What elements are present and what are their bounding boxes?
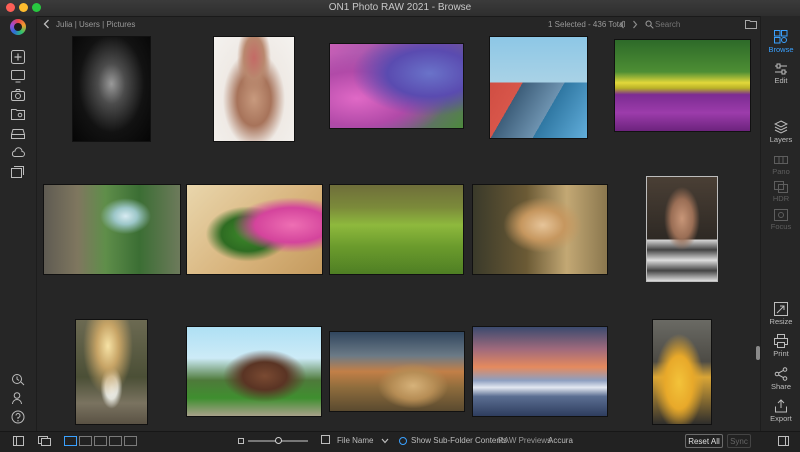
monitor-icon[interactable] — [11, 69, 25, 83]
filmstrip-view-icon[interactable] — [94, 436, 107, 446]
action-label: Print — [773, 349, 789, 358]
detail-view-icon[interactable] — [79, 436, 92, 446]
sliders-icon — [775, 63, 787, 75]
photo-thumbnail[interactable] — [187, 327, 321, 416]
action-print[interactable]: Print — [761, 334, 800, 358]
action-resize[interactable]: Resize — [761, 302, 800, 326]
hdr-icon — [774, 181, 788, 193]
sync-button[interactable]: Sync — [727, 434, 751, 448]
selection-status: 1 Selected - 436 Total — [548, 20, 626, 29]
photo-thumbnail[interactable] — [214, 37, 294, 141]
large-thumbnail-icon — [321, 435, 330, 446]
export-icon — [775, 399, 787, 413]
bottom-toolbar: File Name Show Sub-Folder Contents RAW P… — [0, 431, 800, 452]
photo-thumbnail[interactable] — [615, 40, 750, 131]
photo-thumbnail[interactable] — [473, 185, 607, 274]
recent-icon[interactable] — [11, 372, 25, 386]
breadcrumb-separator: | — [74, 20, 77, 29]
module-focus[interactable]: Focus — [761, 209, 800, 231]
camera-icon[interactable] — [11, 88, 25, 102]
module-edit[interactable]: Edit — [761, 63, 800, 85]
toggle-right-panel-icon[interactable] — [778, 436, 789, 448]
breadcrumb-item-users[interactable]: Users — [79, 20, 100, 29]
photo-thumbnail[interactable] — [473, 327, 607, 416]
next-chevron-icon[interactable] — [632, 20, 638, 31]
action-label: Export — [770, 414, 792, 423]
map-view-icon[interactable] — [124, 436, 137, 446]
breadcrumb-separator: | — [102, 20, 105, 29]
compare-view-icon[interactable] — [109, 436, 122, 446]
module-label: Browse — [768, 45, 794, 54]
help-icon[interactable] — [11, 410, 25, 424]
folder-search-icon[interactable] — [11, 107, 25, 121]
chevron-down-icon[interactable] — [381, 437, 389, 446]
thumbnail-size-slider[interactable] — [248, 437, 308, 444]
share-icon — [774, 367, 788, 381]
cloud-icon[interactable] — [11, 145, 25, 159]
search-icon — [645, 20, 654, 31]
action-label: Resize — [769, 317, 793, 326]
toggle-left-panel-icon[interactable] — [13, 436, 24, 448]
action-share[interactable]: Share — [761, 367, 800, 391]
path-bar: Julia | Users | Pictures 1 Selected - 43… — [36, 17, 760, 33]
layers-icon — [774, 120, 788, 134]
grid-view-icon[interactable] — [64, 436, 77, 446]
accuracy-label[interactable]: Accura — [548, 436, 573, 445]
photo-thumbnail[interactable] — [330, 185, 463, 274]
add-icon[interactable] — [11, 50, 25, 64]
module-label: HDR — [772, 194, 790, 203]
show-subfolders-label: Show Sub-Folder Contents — [411, 436, 508, 445]
raw-previews-label[interactable]: RAW Previews — [498, 436, 551, 445]
left-sidebar — [0, 16, 37, 435]
people-icon[interactable] — [11, 391, 25, 405]
module-hdr[interactable]: HDR — [761, 181, 800, 203]
thumbnail-size-knob[interactable] — [275, 437, 282, 444]
title-bar: ON1 Photo RAW 2021 - Browse — [0, 0, 800, 17]
focus-icon — [774, 209, 788, 221]
folder-icon[interactable] — [745, 19, 757, 31]
photo-thumbnail[interactable] — [647, 177, 717, 281]
photo-thumbnail[interactable] — [653, 320, 711, 424]
search-input[interactable] — [655, 18, 721, 30]
resize-icon — [774, 302, 788, 316]
small-thumbnail-icon — [238, 437, 244, 446]
browse-icon — [774, 30, 788, 44]
photo-thumbnail[interactable] — [490, 37, 587, 138]
filmstrip-icon[interactable] — [38, 436, 52, 448]
app-logo-icon[interactable] — [10, 19, 26, 35]
module-layers[interactable]: Layers — [761, 120, 800, 144]
back-chevron-icon[interactable] — [43, 19, 50, 31]
sort-field[interactable]: File Name — [337, 436, 373, 445]
module-pano[interactable]: Pano — [761, 154, 800, 176]
module-browse[interactable]: Browse — [761, 30, 800, 54]
pano-icon — [774, 156, 788, 164]
action-export[interactable]: Export — [761, 399, 800, 423]
printer-icon — [774, 334, 788, 348]
photo-thumbnail[interactable] — [330, 44, 463, 128]
albums-icon[interactable] — [11, 164, 25, 178]
previous-chevron-icon[interactable] — [619, 20, 625, 31]
photo-thumbnail[interactable] — [76, 320, 147, 424]
show-subfolders-toggle[interactable] — [399, 437, 407, 445]
right-sidebar: Browse Edit Layers Pano HDR Focus Resize… — [756, 16, 800, 435]
photo-thumbnail[interactable] — [73, 37, 150, 141]
breadcrumb: Julia | Users | Pictures — [56, 20, 135, 29]
module-label: Pano — [772, 167, 790, 176]
module-label: Edit — [774, 76, 788, 85]
breadcrumb-item-julia[interactable]: Julia — [56, 20, 72, 29]
reset-all-button[interactable]: Reset All — [685, 434, 723, 448]
photo-thumbnail[interactable] — [44, 185, 180, 274]
photo-thumbnail[interactable] — [330, 332, 464, 411]
breadcrumb-item-pictures[interactable]: Pictures — [106, 20, 135, 29]
photo-grid — [36, 33, 760, 431]
photo-thumbnail[interactable] — [187, 185, 322, 274]
module-label: Layers — [769, 135, 793, 144]
drive-icon[interactable] — [11, 126, 25, 140]
module-label: Focus — [770, 222, 792, 231]
window-title: ON1 Photo RAW 2021 - Browse — [328, 2, 472, 13]
action-label: Share — [770, 382, 791, 391]
